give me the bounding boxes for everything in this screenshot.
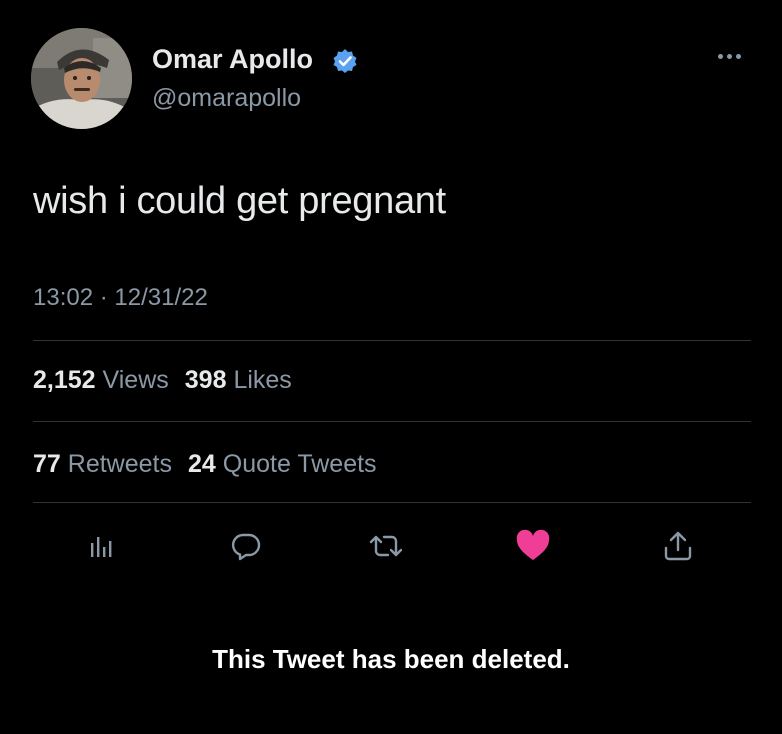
analytics-icon[interactable] — [80, 524, 124, 568]
tweet-text: wish i could get pregnant — [33, 180, 446, 222]
stats-row-views-likes: 2,152 Views 398 Likes — [33, 366, 308, 395]
retweet-icon[interactable] — [364, 524, 408, 568]
tweet-deleted-message: This Tweet has been deleted. — [212, 644, 570, 674]
verified-badge-icon — [333, 49, 357, 73]
reply-icon[interactable] — [224, 524, 268, 568]
avatar-photo — [31, 28, 132, 129]
share-icon[interactable] — [656, 524, 700, 568]
tweet-timestamp[interactable]: 13:02 · 12/31/22 — [33, 284, 208, 312]
divider — [33, 340, 751, 341]
avatar[interactable] — [31, 28, 132, 129]
quote-tweets-stat[interactable]: 24 Quote Tweets — [188, 450, 377, 479]
heart-icon[interactable] — [511, 524, 555, 568]
retweets-stat[interactable]: 77 Retweets — [33, 450, 172, 479]
tweet-detail-view: Omar Apollo @omarapollo wish i could get… — [0, 0, 782, 734]
views-stat: 2,152 Views — [33, 366, 169, 394]
divider — [33, 502, 751, 503]
likes-stat[interactable]: 398 Likes — [185, 366, 292, 395]
author-handle[interactable]: @omarapollo — [152, 84, 301, 113]
divider — [33, 421, 751, 422]
more-options-icon[interactable] — [712, 46, 746, 66]
action-bar — [0, 524, 782, 568]
author-name[interactable]: Omar Apollo — [152, 44, 313, 75]
stats-row-retweets-quotes: 77 Retweets 24 Quote Tweets — [33, 450, 393, 479]
